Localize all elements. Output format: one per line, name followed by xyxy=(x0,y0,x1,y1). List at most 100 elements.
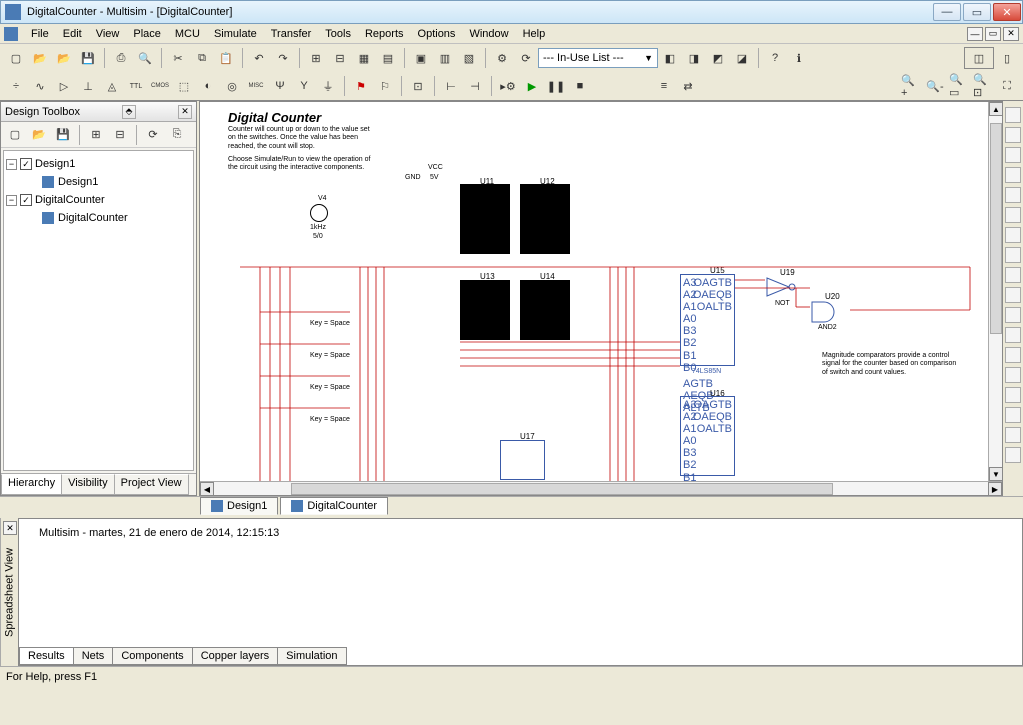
mdi-close[interactable]: ✕ xyxy=(1003,27,1019,41)
db-button[interactable]: ▣ xyxy=(410,47,432,69)
instr-8[interactable] xyxy=(1005,247,1021,263)
comp-mixed[interactable]: ◐ xyxy=(197,75,219,97)
scroll-thumb-h[interactable] xyxy=(291,483,833,495)
tree-root-digitalcounter[interactable]: − ✓ DigitalCounter xyxy=(6,191,191,209)
sim-button[interactable]: ⚙ xyxy=(491,47,513,69)
sv-tab-components[interactable]: Components xyxy=(112,647,192,665)
tb-c[interactable]: ◩ xyxy=(707,47,729,69)
copy-button[interactable]: ⧉ xyxy=(191,47,213,69)
comp-ttl[interactable]: TTL xyxy=(125,75,147,97)
run-button[interactable]: ▶ xyxy=(521,75,543,97)
instr-3[interactable] xyxy=(1005,147,1021,163)
menu-view[interactable]: View xyxy=(89,26,127,42)
circuit-tab-digitalcounter[interactable]: DigitalCounter xyxy=(280,497,388,515)
tbx-a[interactable]: ⊞ xyxy=(85,124,107,146)
probe-button[interactable]: ⚑ xyxy=(350,75,372,97)
checkbox-icon[interactable]: ✓ xyxy=(20,194,32,206)
schematic-canvas[interactable]: Digital Counter Counter will count up or… xyxy=(199,101,1003,496)
comp-cmos[interactable]: CMOS xyxy=(149,75,171,97)
scrollbar-vertical[interactable]: ▲ ▼ xyxy=(988,102,1002,481)
tbx-new[interactable]: ▢ xyxy=(4,124,26,146)
instr-15[interactable] xyxy=(1005,387,1021,403)
db3-button[interactable]: ▧ xyxy=(458,47,480,69)
bus-button[interactable]: ⊢ xyxy=(440,75,462,97)
sv-tab-nets[interactable]: Nets xyxy=(73,647,114,665)
tbx-c[interactable]: ⟳ xyxy=(142,124,164,146)
in-use-list-combo[interactable]: --- In-Use List --- ▼ xyxy=(538,48,658,68)
zoom-out-button[interactable]: 🔍- xyxy=(924,75,946,97)
scroll-up-icon[interactable]: ▲ xyxy=(989,102,1003,116)
tb-b[interactable]: ◨ xyxy=(683,47,705,69)
grid2-button[interactable]: ⊟ xyxy=(329,47,351,69)
tree-root-design1[interactable]: − ✓ Design1 xyxy=(6,155,191,173)
collapse-icon[interactable]: − xyxy=(6,159,17,170)
open2-button[interactable]: 📂 xyxy=(53,47,75,69)
instr-9[interactable] xyxy=(1005,267,1021,283)
instr-10[interactable] xyxy=(1005,287,1021,303)
instr-16[interactable] xyxy=(1005,407,1021,423)
instr-17[interactable] xyxy=(1005,427,1021,443)
tbx-open[interactable]: 📂 xyxy=(28,124,50,146)
menu-help[interactable]: Help xyxy=(516,26,553,42)
help-button[interactable]: ? xyxy=(764,47,786,69)
menu-mcu[interactable]: MCU xyxy=(168,26,207,42)
probe2-button[interactable]: ⚐ xyxy=(374,75,396,97)
comp-pwr[interactable]: ⏚ xyxy=(317,75,339,97)
open-button[interactable]: 📂 xyxy=(29,47,51,69)
menu-file[interactable]: File xyxy=(24,26,56,42)
stop-button[interactable]: ■ xyxy=(569,75,591,97)
zoom-area-button[interactable]: 🔍▭ xyxy=(948,75,970,97)
sv-tab-simulation[interactable]: Simulation xyxy=(277,647,346,665)
scroll-down-icon[interactable]: ▼ xyxy=(989,467,1003,481)
instr-1[interactable] xyxy=(1005,107,1021,123)
scroll-thumb-v[interactable] xyxy=(990,123,1002,334)
menu-edit[interactable]: Edit xyxy=(56,26,89,42)
comp-ind[interactable]: ◎ xyxy=(221,75,243,97)
tbx-b[interactable]: ⊟ xyxy=(109,124,131,146)
undo-button[interactable]: ↶ xyxy=(248,47,270,69)
circuit-tab-design1[interactable]: Design1 xyxy=(200,497,278,515)
menu-transfer[interactable]: Transfer xyxy=(264,26,319,42)
tbx-save[interactable]: 💾 xyxy=(52,124,74,146)
scroll-left-icon[interactable]: ◀ xyxy=(200,482,214,496)
hier-button[interactable]: ⊡ xyxy=(407,75,429,97)
print-button[interactable]: ⎙ xyxy=(110,47,132,69)
comp-diode[interactable]: ▷ xyxy=(53,75,75,97)
paste-button[interactable]: 📋 xyxy=(215,47,237,69)
menu-simulate[interactable]: Simulate xyxy=(207,26,264,42)
sv-tab-copper[interactable]: Copper layers xyxy=(192,647,278,665)
instr-7[interactable] xyxy=(1005,227,1021,243)
grid-button[interactable]: ⊞ xyxy=(305,47,327,69)
grid4-button[interactable]: ▤ xyxy=(377,47,399,69)
scrollbar-horizontal[interactable]: ◀ ▶ xyxy=(200,481,1002,495)
instr-4[interactable] xyxy=(1005,167,1021,183)
grid3-button[interactable]: ▦ xyxy=(353,47,375,69)
menu-reports[interactable]: Reports xyxy=(358,26,411,42)
menu-tools[interactable]: Tools xyxy=(318,26,358,42)
fullscreen-button[interactable]: ⛶ xyxy=(996,75,1018,97)
comp-em[interactable]: Y xyxy=(293,75,315,97)
mdi-minimize[interactable]: — xyxy=(967,27,983,41)
menu-place[interactable]: Place xyxy=(126,26,168,42)
tbx-d[interactable]: ⎘ xyxy=(166,124,188,146)
instr-18[interactable] xyxy=(1005,447,1021,463)
mdi-restore[interactable]: ▭ xyxy=(985,27,1001,41)
menu-window[interactable]: Window xyxy=(462,26,515,42)
tab-visibility[interactable]: Visibility xyxy=(61,474,115,495)
cut-button[interactable]: ✂ xyxy=(167,47,189,69)
pause-button[interactable]: ❚❚ xyxy=(545,75,567,97)
checkbox-icon[interactable]: ✓ xyxy=(20,158,32,170)
instr-12[interactable] xyxy=(1005,327,1021,343)
tree-child-design1[interactable]: Design1 xyxy=(6,173,191,191)
tb2-a[interactable]: ≡ xyxy=(653,75,675,97)
switch2-icon[interactable]: ▯ xyxy=(996,47,1018,69)
save-button[interactable]: 💾 xyxy=(77,47,99,69)
instr-5[interactable] xyxy=(1005,187,1021,203)
instr-11[interactable] xyxy=(1005,307,1021,323)
comp-rf[interactable]: Ψ xyxy=(269,75,291,97)
zoom-in-button[interactable]: 🔍+ xyxy=(900,75,922,97)
interactive-button[interactable]: ▸⚙ xyxy=(497,75,519,97)
toolbox-pin-icon[interactable]: ⬘ xyxy=(122,105,136,119)
scroll-right-icon[interactable]: ▶ xyxy=(988,482,1002,496)
preview-button[interactable]: 🔍 xyxy=(134,47,156,69)
